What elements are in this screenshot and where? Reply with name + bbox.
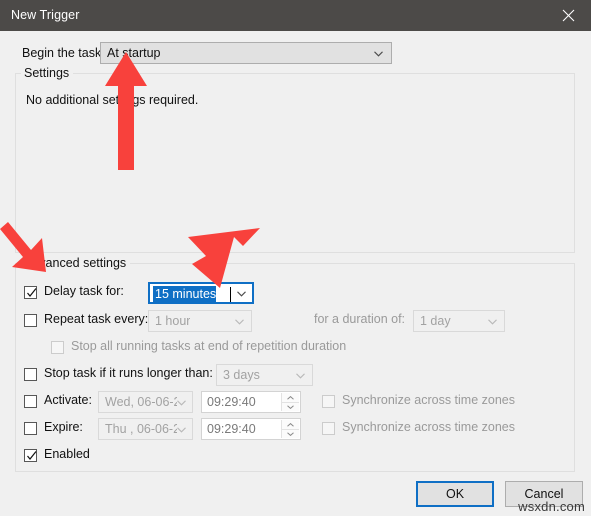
expire-date-value: Thu , 06-06-20 (105, 422, 177, 436)
chevron-down-icon (235, 319, 244, 325)
begin-task-combobox[interactable]: At startup (100, 42, 392, 64)
close-button[interactable] (545, 0, 591, 31)
delay-task-combobox[interactable]: 15 minutes (148, 282, 254, 304)
dialog-client-area: Begin the task: At startup Settings No a… (0, 31, 591, 516)
expire-time-field[interactable]: 09:29:40 (201, 418, 301, 440)
spin-down-icon[interactable] (282, 429, 299, 438)
chevron-down-icon (374, 51, 383, 57)
stop-longer-checkbox[interactable] (24, 368, 37, 381)
activate-time-field[interactable]: 09:29:40 (201, 391, 301, 413)
repeat-interval-combobox[interactable]: 1 hour (148, 310, 252, 332)
no-settings-message: No additional settings required. (26, 93, 199, 107)
stop-all-running-label: Stop all running tasks at end of repetit… (71, 339, 347, 353)
stop-all-running-checkbox[interactable] (51, 341, 64, 354)
expire-sync-label: Synchronize across time zones (342, 420, 515, 434)
expire-time-value: 09:29:40 (207, 422, 256, 436)
chevron-down-icon (488, 319, 497, 325)
chevron-down-icon (177, 400, 186, 406)
close-icon (562, 9, 575, 22)
begin-task-value: At startup (107, 46, 161, 60)
window-title: New Trigger (11, 8, 80, 22)
expire-sync-checkbox[interactable] (322, 422, 335, 435)
delay-task-value: 15 minutes (153, 286, 217, 302)
text-caret (230, 287, 231, 302)
stop-longer-combobox[interactable]: 3 days (216, 364, 313, 386)
repeat-interval-value: 1 hour (155, 314, 191, 328)
repeat-task-checkbox[interactable] (24, 314, 37, 327)
activate-checkbox[interactable] (24, 395, 37, 408)
activate-label: Activate: (44, 393, 92, 407)
repeat-task-label: Repeat task every: (44, 312, 149, 326)
stop-longer-value: 3 days (223, 368, 260, 382)
activate-sync-label: Synchronize across time zones (342, 393, 515, 407)
watermark: wsxdn.com (518, 499, 585, 514)
stop-longer-label: Stop task if it runs longer than: (44, 366, 213, 380)
ok-button[interactable]: OK (416, 481, 494, 507)
chevron-down-icon (296, 373, 305, 379)
delay-task-checkbox[interactable] (24, 286, 37, 299)
check-tick-icon (26, 287, 38, 302)
duration-value: 1 day (420, 314, 451, 328)
advanced-settings-group-legend: Advanced settings (21, 256, 131, 270)
activate-time-spinner[interactable] (281, 393, 299, 411)
settings-group-legend: Settings (21, 66, 74, 80)
delay-task-label: Delay task for: (44, 284, 124, 298)
enabled-checkbox[interactable] (24, 449, 37, 462)
spin-down-icon[interactable] (282, 402, 299, 411)
title-bar: New Trigger (0, 0, 591, 31)
begin-task-label: Begin the task: (22, 46, 105, 60)
new-trigger-dialog: New Trigger Begin the task: At startup S… (0, 0, 591, 516)
chevron-down-icon (237, 291, 246, 297)
chevron-down-icon (177, 427, 186, 433)
activate-sync-checkbox[interactable] (322, 395, 335, 408)
expire-time-spinner[interactable] (281, 420, 299, 438)
enabled-label: Enabled (44, 447, 90, 461)
expire-label: Expire: (44, 420, 83, 434)
activate-date-value: Wed, 06-06-20 (105, 395, 177, 409)
check-tick-icon (26, 450, 38, 465)
activate-date-picker[interactable]: Wed, 06-06-20 (98, 391, 193, 413)
duration-combobox[interactable]: 1 day (413, 310, 505, 332)
expire-date-picker[interactable]: Thu , 06-06-20 (98, 418, 193, 440)
duration-label: for a duration of: (314, 312, 406, 326)
expire-checkbox[interactable] (24, 422, 37, 435)
activate-time-value: 09:29:40 (207, 395, 256, 409)
